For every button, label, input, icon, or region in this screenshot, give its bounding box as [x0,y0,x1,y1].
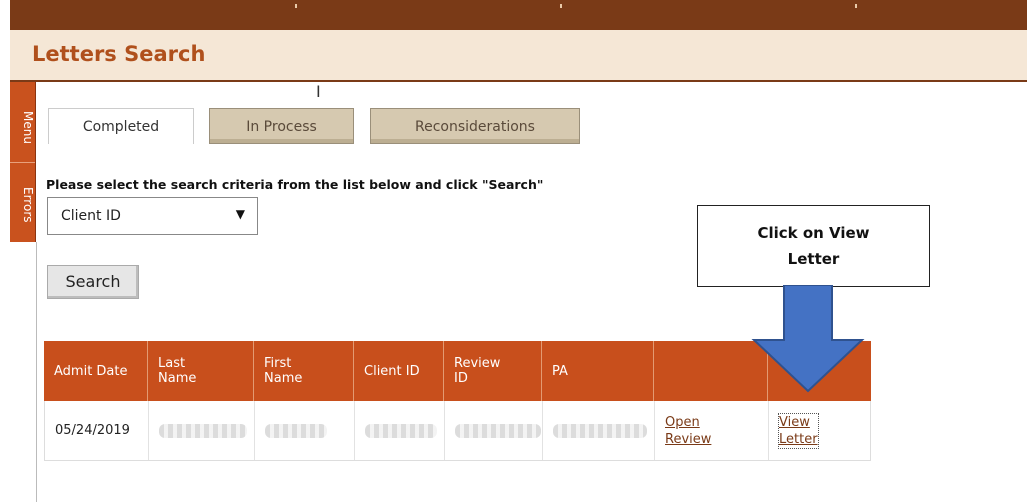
open-review-link[interactable]: Open Review [665,414,711,448]
page-title: Letters Search [32,42,206,66]
callout-line-2: Letter [787,250,840,268]
callout-line-1: Click on View [757,224,870,242]
tab-completed[interactable]: Completed [48,108,194,144]
title-bar: Letters Search [10,30,1027,82]
header-review-id: Review ID [444,341,542,401]
caret-down-icon: ▼ [235,207,245,221]
cell-pa [543,401,655,460]
side-tabs: Menu Errors [10,82,36,242]
search-instruction: Please select the search criteria from t… [46,177,544,192]
header-pa: PA [542,341,654,401]
banner-divider [855,4,857,8]
errors-side-tab[interactable]: Errors [10,170,35,240]
redacted-value [455,423,541,438]
menu-side-tab[interactable]: Menu [10,92,35,163]
view-letter-link[interactable]: View Letter [778,412,819,449]
cell-client-id [355,401,445,460]
redacted-value [265,423,327,438]
callout-box: Click on View Letter [697,205,930,287]
search-criteria-value: Client ID [61,208,121,224]
banner-divider [295,4,297,8]
cell-open-review: Open Review [655,401,769,460]
text-cursor-icon: I [316,82,321,101]
banner-divider [560,4,562,8]
cell-admit-date: 05/24/2019 [45,401,149,460]
table-row: 05/24/2019 Open Review View Letter [44,401,871,461]
cell-last-name [149,401,255,460]
header-client-id: Client ID [354,341,444,401]
down-arrow-icon [751,285,865,393]
tab-in-process[interactable]: In Process [209,108,354,144]
cell-view-letter: View Letter [769,401,872,460]
top-banner [10,0,1027,30]
header-last-name: Last Name [148,341,254,401]
redacted-value [159,423,247,438]
search-button[interactable]: Search [47,265,139,299]
cell-review-id [445,401,543,460]
tab-reconsiderations[interactable]: Reconsiderations [370,108,580,144]
header-admit-date: Admit Date [44,341,148,401]
redacted-value [365,423,437,438]
header-first-name: First Name [254,341,354,401]
cell-first-name [255,401,355,460]
redacted-value [553,423,647,438]
table-header: Admit Date Last Name First Name Client ID … [44,341,871,401]
divider [36,242,37,502]
search-criteria-select[interactable]: Client ID ▼ [47,197,258,235]
